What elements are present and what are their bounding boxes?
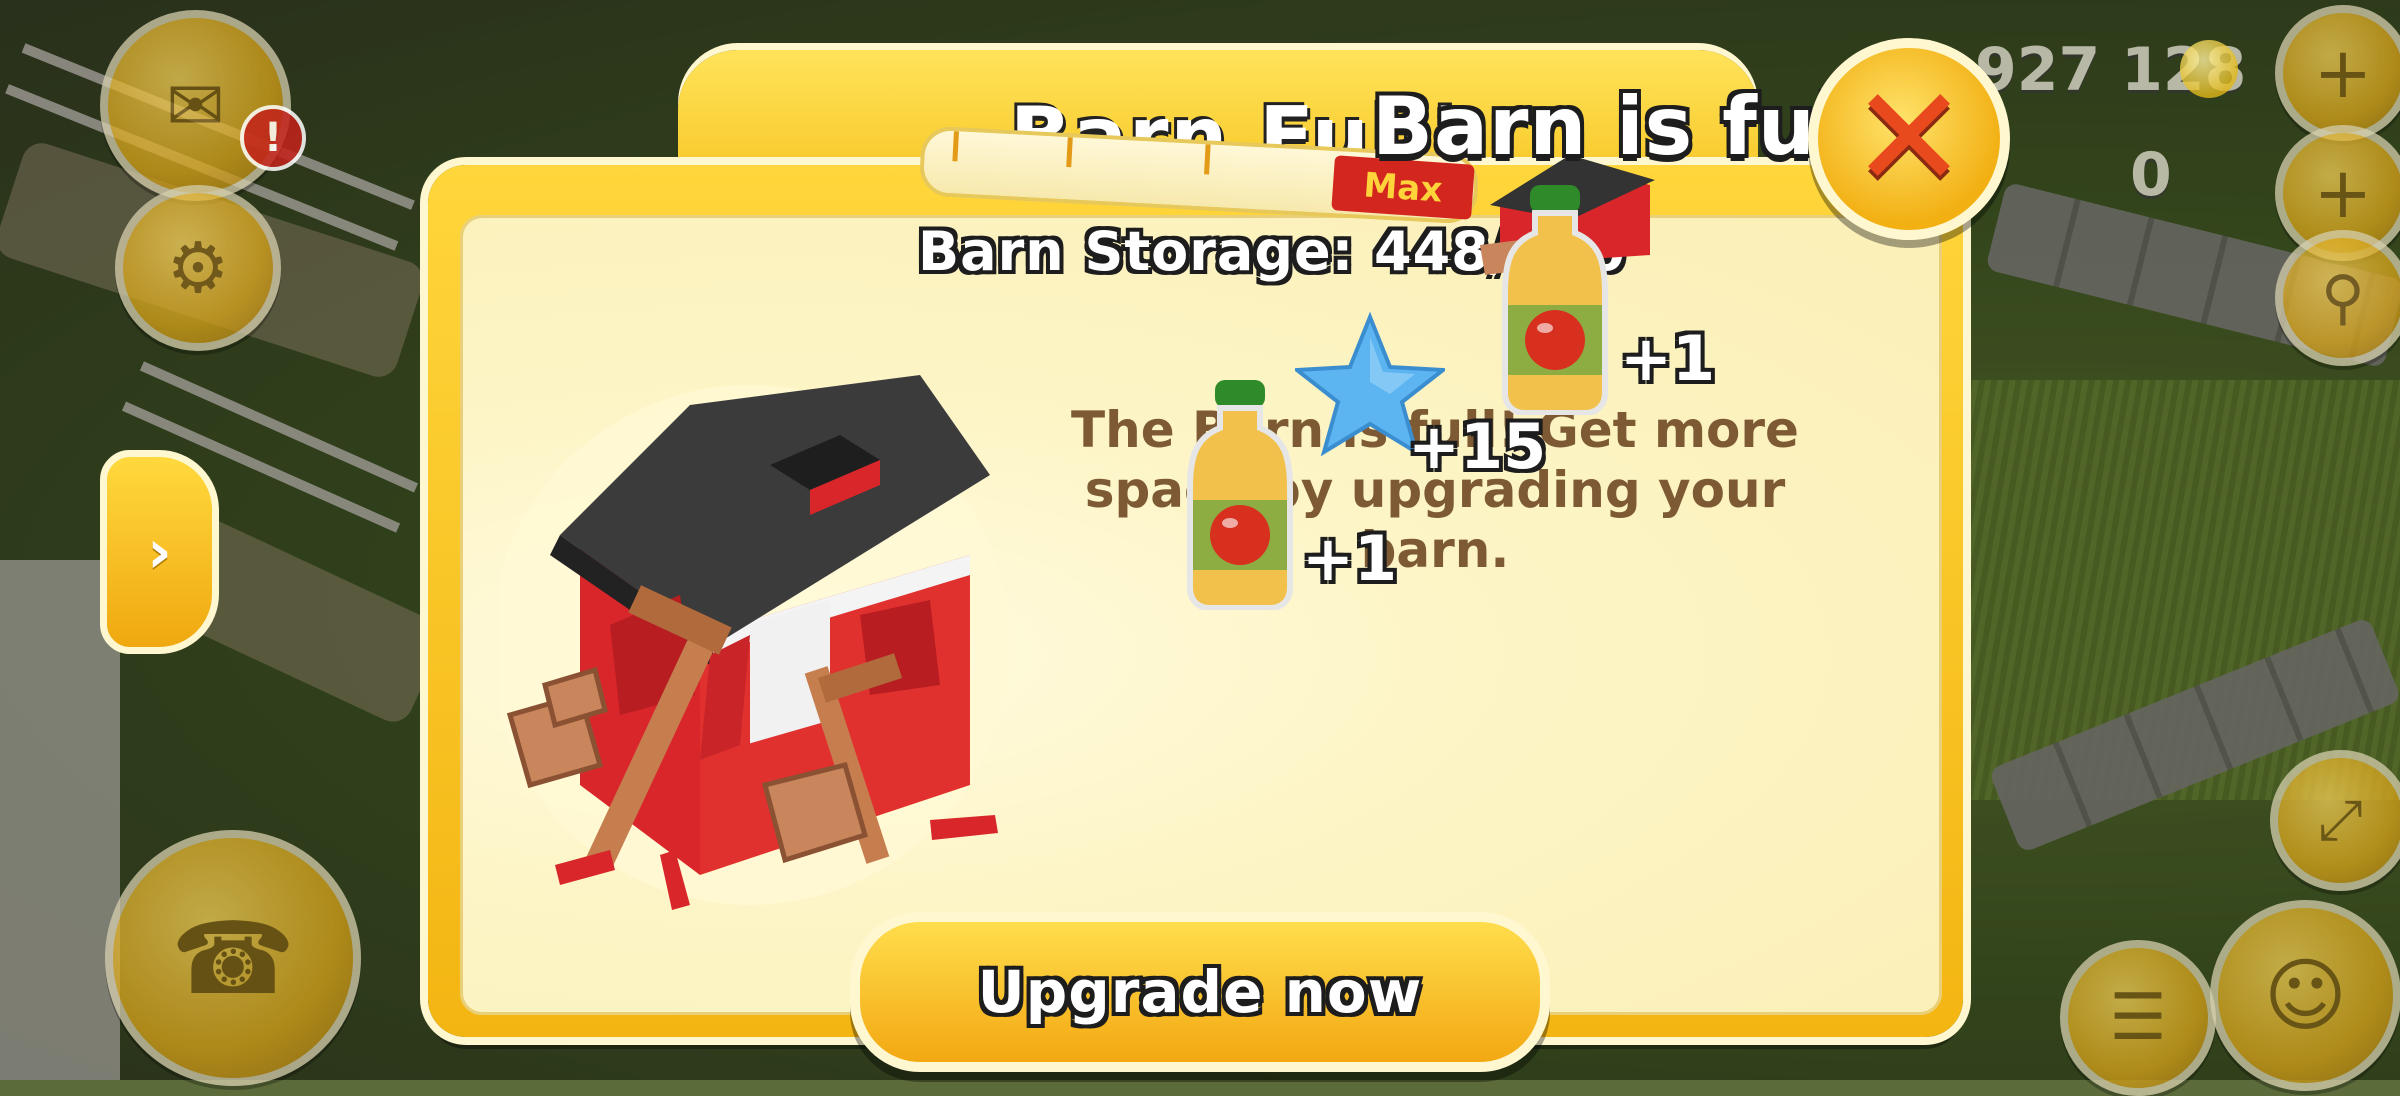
upgrade-now-label: Upgrade now [977, 958, 1423, 1026]
juice-top-reward-label: +1 [1620, 322, 1716, 395]
expand-icon: ⤢ [2318, 787, 2363, 853]
newspaper-button[interactable]: ☰ [2060, 940, 2216, 1096]
upgrade-now-button[interactable]: Upgrade now [850, 912, 1550, 1072]
close-button[interactable]: ✕ [1808, 38, 2010, 240]
plus-icon: + [2313, 152, 2373, 234]
juice-left-reward-label: +1 [1302, 522, 1398, 595]
camera-button[interactable]: ⤢ [2270, 750, 2400, 891]
cash-register-icon: ☎ [170, 899, 296, 1017]
envelope-icon: ✉ [166, 64, 225, 147]
apple-juice-bottle-icon [1502, 185, 1608, 415]
apple-juice-bottle-icon [1187, 380, 1293, 610]
diamonds-counter: 0 [2130, 140, 2172, 210]
search-button[interactable]: ⚲ [2275, 230, 2400, 366]
add-coins-button[interactable]: + [2275, 5, 2400, 141]
xp-reward-label: +15 [1408, 410, 1547, 483]
gear-icon: ⚙ [166, 227, 230, 309]
broken-barn-illustration [500, 375, 1010, 910]
shop-button[interactable]: ☎ [105, 830, 361, 1086]
coin-icon [2180, 40, 2238, 98]
newspaper-icon: ☰ [2109, 981, 2167, 1055]
expand-sidebar-button[interactable]: › [100, 450, 219, 654]
alert-badge: ! [240, 105, 306, 171]
close-x-icon: ✕ [1850, 57, 1968, 220]
plus-icon: + [2313, 32, 2373, 114]
magnifier-icon: ⚲ [2321, 263, 2365, 333]
chevron-right-icon: › [147, 517, 172, 587]
friends-button[interactable]: ☺ [2210, 900, 2400, 1091]
friends-icon: ☺ [2263, 949, 2348, 1042]
settings-button[interactable]: ⚙ [115, 185, 281, 351]
